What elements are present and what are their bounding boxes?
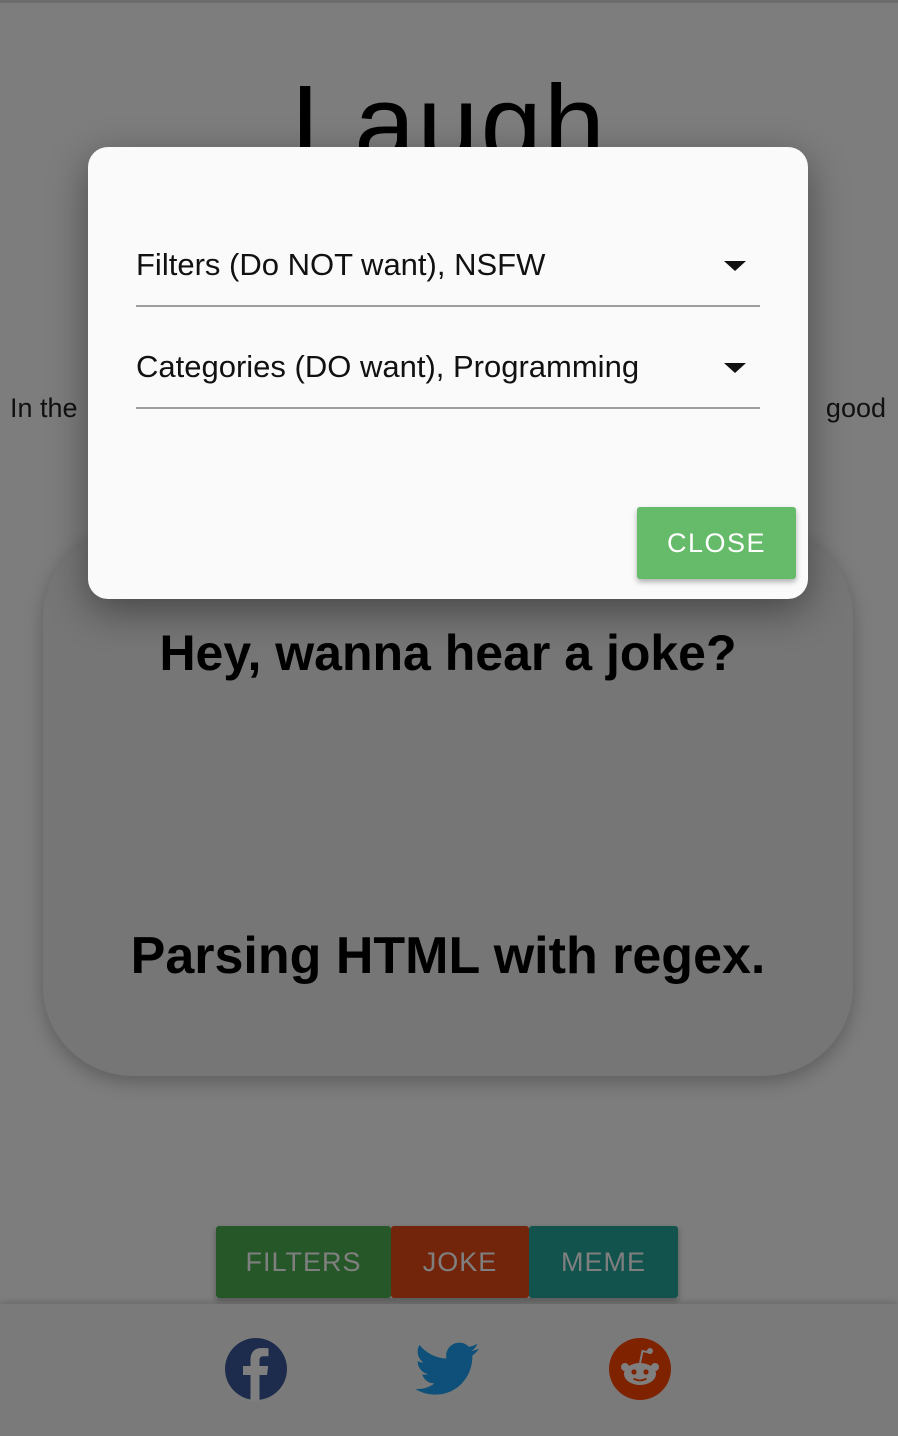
filters-select[interactable]: Filters (Do NOT want), NSFW	[136, 243, 760, 307]
dropdown-arrow-icon	[724, 261, 746, 271]
filters-dialog: Filters (Do NOT want), NSFW Categories (…	[88, 147, 808, 599]
dropdown-arrow-icon	[724, 363, 746, 373]
categories-select-value: Categories (DO want), Programming	[136, 349, 640, 384]
filters-select-value: Filters (Do NOT want), NSFW	[136, 247, 546, 282]
categories-select[interactable]: Categories (DO want), Programming	[136, 345, 760, 409]
close-button[interactable]: CLOSE	[637, 507, 796, 579]
